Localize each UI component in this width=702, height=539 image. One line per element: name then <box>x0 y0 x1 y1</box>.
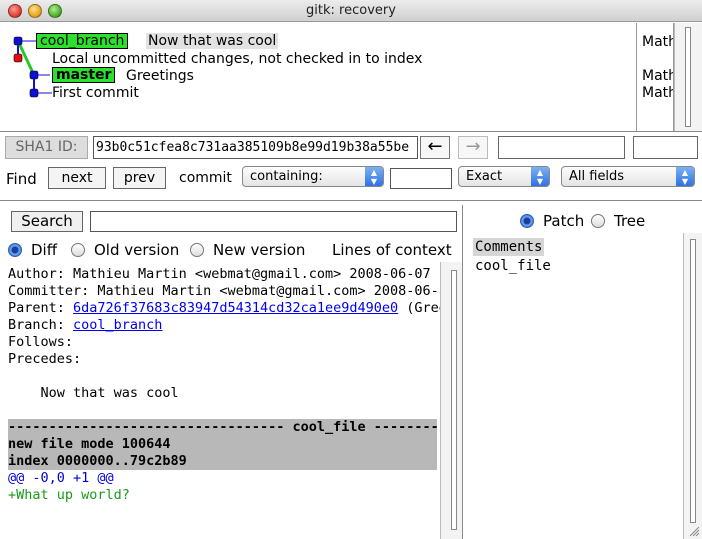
commit-message: Now that was cool <box>8 385 179 401</box>
pane-divider[interactable] <box>0 131 702 132</box>
pane-divider[interactable] <box>0 200 702 201</box>
tree-radio-label[interactable]: Tree <box>614 212 645 230</box>
patch-radio[interactable] <box>520 214 534 228</box>
search-button[interactable]: Search <box>11 211 83 232</box>
arrow-left-icon: ← <box>427 136 443 157</box>
diff-scrollbar[interactable] <box>440 262 462 539</box>
goto-field[interactable] <box>498 136 625 159</box>
branch-line: Branch: cool_branch <box>8 317 162 334</box>
branch-label-cool-branch[interactable]: cool_branch <box>36 33 129 49</box>
resize-grip-icon[interactable] <box>688 525 700 537</box>
old-version-radio-label[interactable]: Old version <box>94 241 179 259</box>
new-version-radio-label[interactable]: New version <box>213 241 305 259</box>
parent-commit-link[interactable]: 6da726f37683c83947d54314cd32ca1ee9d490e0 <box>73 300 398 316</box>
parent-prefix: Parent: <box>8 300 74 316</box>
diff-view[interactable]: Author: Mathieu Martin <webmat@gmail.com… <box>0 262 440 539</box>
parent-line: Parent: 6da726f37683c83947d54314cd32ca1e… <box>8 300 440 317</box>
scrollbar-track[interactable] <box>451 270 457 530</box>
old-version-radio[interactable] <box>71 243 85 257</box>
commit-row-selected[interactable]: Now that was cool <box>146 33 279 49</box>
follows-line: Follows: <box>8 334 74 350</box>
select-arrows-icon: ▲ ▼ <box>676 167 694 186</box>
commit-node[interactable] <box>29 70 39 80</box>
branch-link[interactable]: cool_branch <box>73 317 162 333</box>
added-line: +What up world? <box>8 487 130 503</box>
find-prev-button[interactable]: prev <box>113 167 166 189</box>
file-header-line: ---------------------------------- cool_… <box>8 419 440 435</box>
file-mode-line: new file mode 100644 <box>8 436 171 452</box>
find-next-button[interactable]: next <box>48 167 106 189</box>
diff-radio-label[interactable]: Diff <box>31 241 57 259</box>
forward-arrow-button[interactable]: → <box>458 136 488 159</box>
author-column[interactable]: Math Math Math <box>636 23 674 131</box>
precedes-line: Precedes: <box>8 351 82 367</box>
position-field[interactable] <box>633 136 698 159</box>
commit-row[interactable]: First commit <box>52 85 139 101</box>
diff-radio[interactable] <box>8 243 22 257</box>
author-cell: Math <box>642 34 674 50</box>
branch-label-master[interactable]: master <box>52 67 116 83</box>
vertical-pane-divider[interactable] <box>462 205 463 539</box>
index-line: index 0000000..79c2b89 <box>8 453 187 469</box>
tree-radio[interactable] <box>591 214 605 228</box>
arrow-right-icon: → <box>465 136 481 157</box>
parent-suffix: (Gree <box>406 300 440 316</box>
window-title: gitk: recovery <box>306 3 396 18</box>
context-lines-label: Lines of context <box>332 241 452 259</box>
search-input[interactable] <box>90 211 457 232</box>
select-arrows-icon: ▲ ▼ <box>531 167 549 186</box>
find-input[interactable] <box>390 168 452 189</box>
search-fields-value: All fields <box>569 169 625 184</box>
branch-prefix: Branch: <box>8 317 74 333</box>
sha1-label: SHA1 ID: <box>5 136 88 159</box>
find-type-label: commit <box>179 170 232 186</box>
file-list[interactable]: Comments cool_file <box>471 237 683 539</box>
commit-node[interactable] <box>13 36 23 46</box>
commit-node[interactable] <box>29 88 39 98</box>
scrollbar-track[interactable] <box>690 239 696 523</box>
patch-radio-label[interactable]: Patch <box>543 212 584 230</box>
uncommitted-node[interactable] <box>13 53 23 63</box>
match-type-value: Exact <box>466 169 503 184</box>
select-arrows-icon: ▲ ▼ <box>365 167 383 186</box>
find-mode-value: containing: <box>250 169 323 184</box>
committer-line: Committer: Mathieu Martin <webmat@gmail.… <box>8 283 439 299</box>
commit-row[interactable]: Local uncommitted changes, not checked i… <box>52 51 422 67</box>
file-list-scrollbar[interactable] <box>683 233 702 539</box>
find-mode-select[interactable]: containing: ▲ ▼ <box>242 166 384 187</box>
scrollbar-track[interactable] <box>685 27 691 127</box>
back-arrow-button[interactable]: ← <box>420 136 450 159</box>
find-label: Find <box>6 170 37 188</box>
author-line: Author: Mathieu Martin <webmat@gmail.com… <box>8 266 431 282</box>
file-list-item-cool-file[interactable]: cool_file <box>473 257 553 275</box>
file-list-item-comments[interactable]: Comments <box>473 238 545 256</box>
author-cell: Math <box>642 68 674 84</box>
commit-row[interactable]: Greetings <box>126 68 194 84</box>
graph-scrollbar[interactable] <box>674 23 702 131</box>
author-cell: Math <box>642 85 674 101</box>
new-version-radio[interactable] <box>190 243 204 257</box>
search-fields-select[interactable]: All fields ▲ ▼ <box>561 166 695 187</box>
sha1-field[interactable]: 93b0c51cfea8c731aa385109b8e99d19b38a55be <box>93 136 418 159</box>
match-type-select[interactable]: Exact ▲ ▼ <box>458 166 550 187</box>
hunk-header-line: @@ -0,0 +1 @@ <box>8 470 114 486</box>
